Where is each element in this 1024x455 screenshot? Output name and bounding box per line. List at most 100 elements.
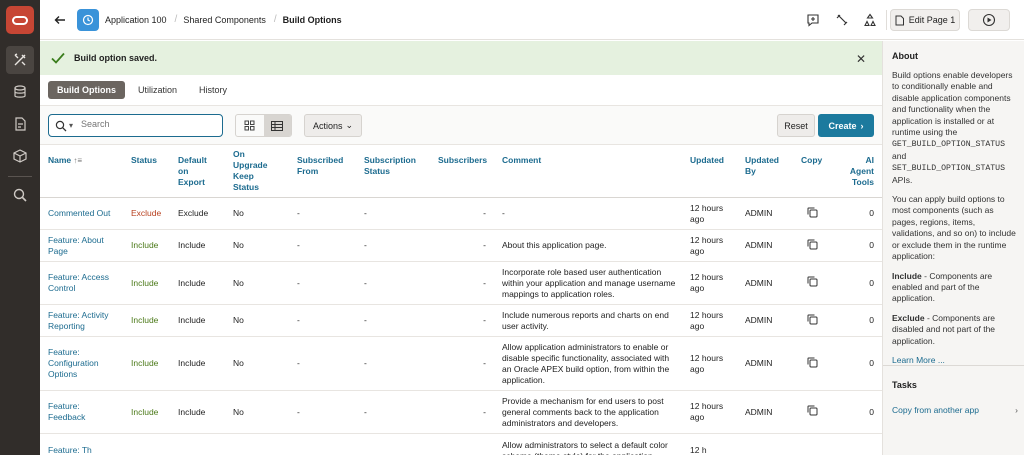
column-header[interactable]: AI Agent Tools [835, 145, 882, 198]
default-on-export-cell: Include [170, 336, 225, 391]
column-header-text: Status [131, 154, 157, 165]
copy-icon[interactable] [807, 405, 818, 419]
chevron-down-icon[interactable]: ▾ [69, 121, 73, 130]
keep-status-cell: No [225, 390, 289, 434]
table-row: Feature: About Page Include Include No - - - Ab… [40, 229, 882, 262]
dev-tools-icon[interactable] [834, 12, 850, 28]
breadcrumb-current: Build Options [282, 14, 342, 25]
column-header-text: AI [865, 154, 875, 165]
subscribed-from-cell: - [289, 304, 356, 337]
page-edit-icon [895, 15, 904, 25]
column-header-text: Default [178, 154, 207, 165]
table-row: Feature: Feedback Include Include No - - - Prov… [40, 390, 882, 434]
subscription-status-cell: - [356, 336, 430, 391]
tab-history[interactable]: History [190, 81, 236, 99]
shared-components-icon[interactable] [862, 12, 878, 28]
create-button[interactable]: Create › [818, 114, 874, 137]
report-toolbar: ▾ Actions ⌄ Reset Create › [40, 105, 882, 145]
breadcrumb-shared-components[interactable]: Shared Components [183, 15, 274, 25]
updated-by-cell [737, 433, 793, 455]
sql-script-icon[interactable] [6, 110, 34, 138]
actions-label: Actions [312, 120, 343, 131]
table-row: Feature: Configuration Options Include Inc… [40, 336, 882, 391]
updated-by-cell: ADMIN [737, 390, 793, 434]
column-header[interactable]: On Upgrade Keep Status [225, 145, 289, 198]
column-header-text: Updated [745, 154, 779, 165]
default-on-export-cell: Include [170, 229, 225, 262]
database-icon[interactable] [6, 78, 34, 106]
success-alert: Build option saved. ✕ [40, 41, 882, 75]
copy-icon[interactable] [807, 207, 818, 221]
alert-message: Build option saved. [74, 53, 158, 63]
column-header[interactable]: Updated [682, 145, 737, 198]
report-view-icon[interactable] [263, 115, 291, 136]
subscription-status-cell: - [356, 304, 430, 337]
search-box[interactable]: ▾ [48, 114, 223, 137]
breadcrumb-application[interactable]: Application 100 [105, 15, 175, 25]
build-option-name-link[interactable]: Feature: Activity Reporting [40, 304, 123, 337]
search-icon[interactable] [6, 181, 34, 209]
table-row: Feature: Activity Reporting Include Includ… [40, 304, 882, 337]
status-cell: Exclude [123, 197, 170, 230]
build-option-name-link[interactable]: Feature: Th [40, 433, 123, 455]
status-cell: Include [123, 229, 170, 262]
tab-build-options[interactable]: Build Options [48, 81, 125, 99]
copy-icon[interactable] [807, 357, 818, 371]
close-icon[interactable]: ✕ [856, 52, 866, 66]
build-option-name-link[interactable]: Feature: Feedback [40, 390, 123, 434]
build-option-name-link[interactable]: Feature: Access Control [40, 261, 123, 305]
include-label: Include [892, 270, 922, 281]
package-icon[interactable] [6, 142, 34, 170]
oracle-logo[interactable] [6, 6, 34, 34]
column-header-text: Status [233, 182, 259, 192]
tab-utilization[interactable]: Utilization [129, 81, 186, 99]
about-intro: Build options enable developers to condi… [892, 70, 1013, 138]
build-option-name-link[interactable]: Feature: About Page [40, 229, 123, 262]
ai-agent-tools-cell [835, 433, 882, 455]
grid-view-icon[interactable] [236, 115, 264, 136]
column-header-text: Copy [801, 154, 823, 165]
column-header[interactable]: Subscribed From [289, 145, 356, 198]
edit-page-button[interactable]: Edit Page 1 [890, 9, 960, 31]
build-option-name-link[interactable]: Feature: Configuration Options [40, 336, 123, 391]
column-header[interactable]: Subscription Status [356, 145, 430, 198]
copy-icon[interactable] [807, 239, 818, 253]
actions-menu-button[interactable]: Actions ⌄ [304, 114, 362, 137]
ai-agent-tools-cell: 0 [835, 197, 882, 230]
build-option-name-link[interactable]: Commented Out [40, 197, 123, 230]
add-comment-icon[interactable] [805, 12, 821, 28]
column-header-text: on [178, 165, 189, 176]
tools-icon[interactable] [6, 46, 34, 74]
table-body: Commented Out Exclude Exclude No - - - -12 hour… [40, 197, 882, 455]
status-cell: Include [123, 304, 170, 337]
comment-cell: Incorporate role based user authenticati… [494, 261, 682, 305]
column-header[interactable]: Subscribers [430, 145, 494, 198]
copy-icon[interactable] [807, 314, 818, 328]
about-apply: You can apply build options to most comp… [892, 194, 1016, 262]
table-header-row: Name ↑≡ Status Default on Export On Upgrade Kee… [40, 145, 882, 198]
reset-button[interactable]: Reset [777, 114, 815, 137]
status-cell: Include [123, 336, 170, 391]
column-header[interactable]: Updated By [737, 145, 793, 198]
column-header-text: From [297, 165, 319, 176]
copy-cell [793, 304, 835, 337]
breadcrumb: Application 100 / Shared Components / Bu… [105, 14, 350, 25]
column-header[interactable]: Name ↑≡ [40, 145, 123, 198]
column-header-text: On [233, 149, 245, 159]
chevron-right-icon: › [1015, 405, 1018, 415]
comment-cell: Provide a mechanism for end users to pos… [494, 390, 682, 434]
search-input[interactable] [81, 119, 211, 129]
column-header[interactable]: Default on Export [170, 145, 225, 198]
updated-cell: 12 hours ago [682, 197, 737, 230]
application-icon[interactable] [77, 9, 99, 31]
column-header[interactable]: Copy [793, 145, 835, 198]
table-row: Commented Out Exclude Exclude No - - - -12 hour… [40, 197, 882, 230]
column-header[interactable]: Comment [494, 145, 682, 198]
copy-cell [793, 229, 835, 262]
sort-ascending-icon[interactable]: ↑≡ [71, 156, 82, 165]
copy-icon[interactable] [807, 276, 818, 290]
run-page-button[interactable] [968, 9, 1010, 31]
task-copy-from-another-app[interactable]: Copy from another app › [892, 405, 1018, 415]
back-arrow-icon[interactable] [52, 12, 68, 28]
column-header[interactable]: Status [123, 145, 170, 198]
